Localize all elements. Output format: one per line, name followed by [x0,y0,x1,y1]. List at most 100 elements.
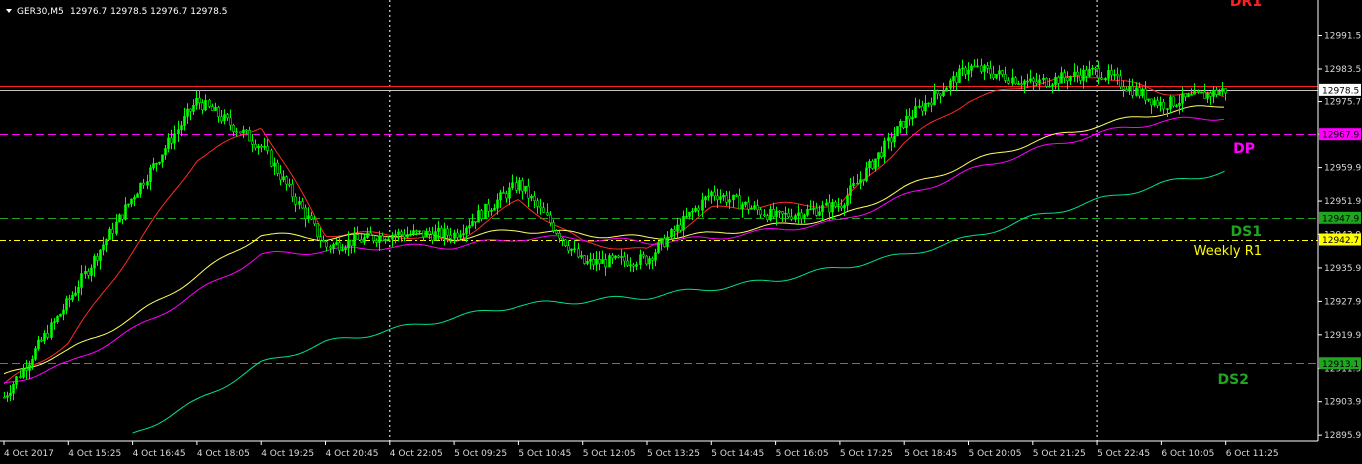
time-tick-label: 5 Oct 13:25 [647,449,700,459]
candle-body [508,187,511,199]
candle-body [542,207,545,213]
candle-body [964,67,967,75]
candle-body [642,254,645,257]
candle-body [679,224,682,231]
candle-body [629,264,632,267]
candle-body [704,196,707,201]
candle-body [1221,88,1224,92]
candle-body [942,91,945,97]
time-tick-label: 4 Oct 16:45 [133,449,186,459]
candle-body [911,117,914,120]
candle-body [322,240,325,243]
candle-body [728,199,731,203]
candle-body [1144,88,1147,101]
candle-body [180,125,183,130]
candle-body [871,161,874,169]
candle-body [1085,69,1088,77]
candle-body [707,195,710,198]
candle-body [245,129,248,132]
candle-body [1172,96,1175,107]
candle-body [338,242,341,251]
candle-body [701,199,704,211]
candle-body [1150,98,1153,106]
candle-body [248,130,251,142]
candle-body [530,195,533,199]
candle-body [273,162,276,167]
symbol-label: GER30,M5 [17,7,64,17]
candle-body [769,209,772,221]
candle-body [223,114,226,122]
candle-body [747,201,750,210]
candle-body [1107,70,1110,79]
candle-body [883,140,886,157]
candle-body [344,247,347,251]
time-tick-label: 4 Oct 18:05 [197,449,250,459]
candle-body [902,121,905,129]
candle-body [80,273,83,288]
candle-body [1218,91,1221,95]
price-chart[interactable]: 12991.5 12983.5 12975.7 12967.9 12959.9 12951… [0,0,1362,464]
candle-body [1116,74,1119,77]
candle-body [787,212,790,217]
price-tick-label: 12903.9 [1324,398,1361,408]
time-tick-label: 6 Oct 10:05 [1161,449,1214,459]
candle-body [412,230,415,235]
candle-body [1125,89,1128,92]
candle-body [25,368,28,371]
candle-body [173,133,176,144]
candle-body [77,287,80,294]
candle-body [716,195,719,200]
candle-body [111,228,114,234]
candle-body [1073,71,1076,77]
candle-body [40,339,43,342]
candle-body [1063,72,1066,79]
candle-body [400,231,403,235]
candle-body [924,103,927,112]
candle-body [449,234,452,239]
candle-body [108,228,111,240]
candle-body [1004,74,1007,81]
candle-body [304,207,307,219]
candle-body [1215,89,1218,95]
candle-body [366,232,369,238]
candle-body [1088,68,1091,77]
candle-body [43,333,46,342]
ds2-price-tag: 12913.1 [1322,360,1359,370]
candle-body [65,298,68,311]
candle-body [90,267,93,276]
candle-body [428,231,431,235]
weekly-r1-price-tag: 12942.7 [1322,236,1359,246]
candle-body [142,182,145,186]
candle-body [440,227,443,238]
candle-body [1007,80,1010,84]
candle-body [1119,75,1122,88]
price-tick-label: 12927.9 [1324,297,1361,307]
candle-body [750,207,753,210]
candle-body [3,396,6,399]
time-tick-label: 4 Oct 19:25 [261,449,314,459]
candle-body [186,108,189,117]
candle-body [505,193,508,199]
candle-body [1156,100,1159,106]
candle-body [893,135,896,143]
time-tick-label: 5 Oct 14:45 [711,449,764,459]
candle-body [282,176,285,181]
candle-body [133,197,136,200]
candle-body [586,261,589,264]
candle-body [220,116,223,122]
candle-body [1038,79,1041,84]
candle-body [806,209,809,216]
candle-body [263,146,266,148]
candle-body [818,211,821,216]
candle-body [477,210,480,223]
candle-body [1206,92,1209,99]
candle-body [1200,91,1203,94]
candle-body [843,205,846,209]
candle-body [1141,88,1144,96]
candle-body [958,68,961,83]
candle-body [499,192,502,201]
candle-body [840,205,843,209]
candle-body [462,233,465,236]
candle-body [849,185,852,196]
candle-body [598,258,601,264]
